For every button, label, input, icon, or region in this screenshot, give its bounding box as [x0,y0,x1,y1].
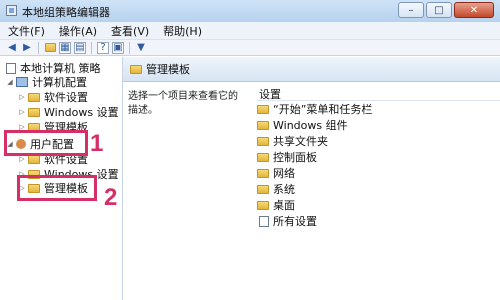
folder-icon [28,107,40,117]
policy-doc-icon [6,62,16,74]
maximize-button[interactable]: □ [426,2,452,18]
window-controls: – □ ✕ [398,2,494,18]
export-list-icon[interactable]: ▤ [74,41,86,54]
list-item-network[interactable]: 网络 [257,165,500,181]
annotation-box-user-config [4,130,88,156]
title-bar: 本地组策略编辑器 – □ ✕ [0,0,500,23]
folder-icon [130,64,142,74]
up-folder-icon[interactable] [44,42,56,54]
list-item-label: Windows 组件 [273,119,348,132]
list-item-label: 所有设置 [273,215,317,228]
annotation-step-2: 2 [104,184,118,211]
help-icon[interactable]: ? [97,41,109,54]
list-item-start-menu[interactable]: “开始”菜单和任务栏 [257,101,500,117]
menu-view[interactable]: 查看(V) [111,23,149,39]
all-settings-icon [259,215,269,227]
column-header-settings[interactable]: 设置 [257,86,500,101]
list-item-label: 桌面 [273,199,295,212]
folder-icon [257,136,269,146]
list-item-desktop[interactable]: 桌面 [257,197,500,213]
toolbar: ◀ ▶ ▦ ▤ ? ▣ ▼ [0,40,500,56]
tree-root[interactable]: 本地计算机 策略 [4,61,101,75]
list-item-label: 共享文件夹 [273,135,328,148]
description-text: 选择一个项目来查看它的描述。 [128,91,238,116]
filter-icon[interactable]: ▼ [135,42,147,54]
folder-icon [257,104,269,114]
annotation-step-1: 1 [90,130,104,157]
menu-bar: 文件(F) 操作(A) 查看(V) 帮助(H) [0,22,500,40]
list-item-label: “开始”菜单和任务栏 [273,103,373,116]
folder-icon [28,92,40,102]
show-hide-tree-icon[interactable]: ▦ [59,41,71,54]
computer-icon [16,77,28,87]
detail-header: 管理模板 [123,57,500,82]
detail-pane: 选择一个项目来查看它的描述。 设置 “开始”菜单和任务栏 Windows 组件 … [123,82,500,300]
annotation-box-admin-templates [17,175,97,201]
toolbar-separator [38,41,39,54]
toolbar-separator [91,41,92,54]
window-title: 本地组策略编辑器 [22,6,110,19]
forward-arrow-icon[interactable]: ▶ [21,42,33,54]
folder-icon [257,152,269,162]
menu-help[interactable]: 帮助(H) [163,23,202,39]
list-item-label: 网络 [273,167,295,180]
expand-triangle-icon[interactable]: ▷ [18,108,26,116]
tree-cc-windows[interactable]: ▷ Windows 设置 [18,105,119,119]
list-item-control-panel[interactable]: 控制面板 [257,149,500,165]
minimize-button[interactable]: – [398,2,424,18]
settings-list: 设置 “开始”菜单和任务栏 Windows 组件 共享文件夹 控制面板 网络 系… [257,86,500,229]
tree-computer-config[interactable]: ◢ 计算机配置 [6,75,87,89]
menu-file[interactable]: 文件(F) [8,23,45,39]
menu-action[interactable]: 操作(A) [59,23,97,39]
expand-triangle-icon[interactable]: ▷ [18,155,26,163]
computer-config-label: 计算机配置 [32,76,87,89]
folder-icon [257,120,269,130]
list-item-all-settings[interactable]: 所有设置 [257,213,500,229]
close-button[interactable]: ✕ [454,2,494,18]
back-arrow-icon[interactable]: ◀ [6,42,18,54]
tree-item-label: Windows 设置 [44,106,119,119]
list-item-system[interactable]: 系统 [257,181,500,197]
folder-icon [257,184,269,194]
properties-icon[interactable]: ▣ [112,41,124,54]
tree-cc-software[interactable]: ▷ 软件设置 [18,90,88,104]
list-item-shared-folders[interactable]: 共享文件夹 [257,133,500,149]
tree-item-label: 软件设置 [44,91,88,104]
collapse-triangle-icon[interactable]: ◢ [6,78,14,86]
list-item-label: 控制面板 [273,151,317,164]
expand-triangle-icon[interactable]: ▷ [18,93,26,101]
list-item-windows-components[interactable]: Windows 组件 [257,117,500,133]
toolbar-separator [129,41,130,54]
list-item-label: 系统 [273,183,295,196]
folder-icon [257,200,269,210]
detail-header-title: 管理模板 [146,63,190,76]
app-icon [6,5,17,16]
folder-icon [257,168,269,178]
